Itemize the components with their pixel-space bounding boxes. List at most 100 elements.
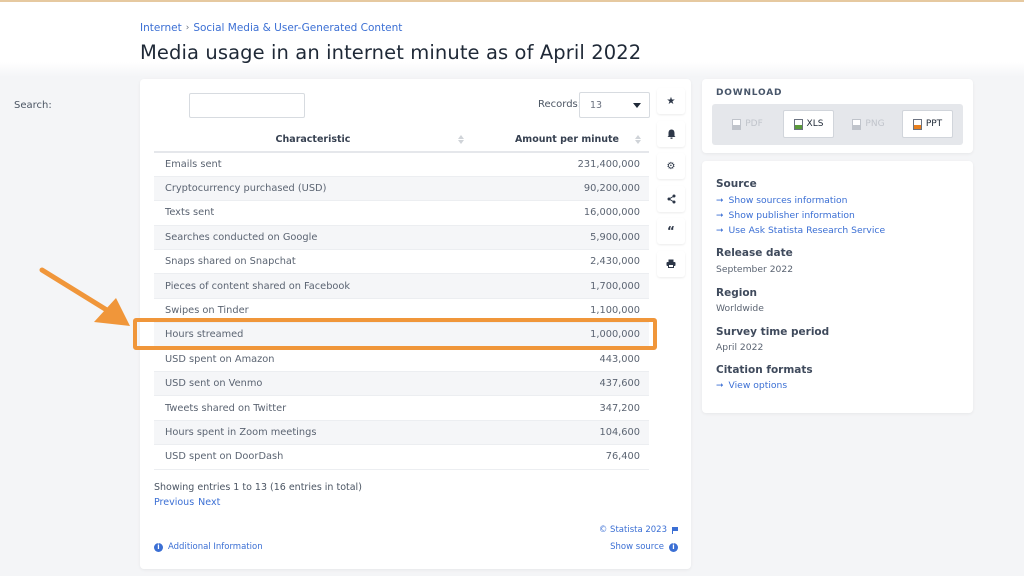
breadcrumb: Internet › Social Media & User-Generated…	[140, 22, 402, 34]
search-input[interactable]	[189, 93, 305, 118]
release-date-value: September 2022	[716, 264, 794, 275]
cell-amount: 231,400,000	[472, 152, 649, 177]
table-row: Emails sent 231,400,000	[154, 152, 649, 177]
arrow-annotation-icon	[39, 267, 130, 326]
flag-icon[interactable]	[672, 526, 678, 534]
cite-button[interactable]: “	[657, 218, 685, 244]
side-toolbar: ★ ⚙ “	[657, 88, 685, 277]
arrow-right-icon: ➞	[716, 225, 724, 236]
share-button[interactable]	[657, 185, 685, 212]
table-row: Tweets shared on Twitter 347,200	[154, 395, 649, 421]
arrow-right-icon: ➞	[716, 210, 724, 221]
share-icon	[667, 194, 675, 203]
cell-characteristic: Hours streamed	[154, 322, 472, 348]
show-sources-link[interactable]: ➞ Show sources information	[716, 195, 848, 206]
source-heading: Source	[716, 178, 757, 190]
copyright-text: © Statista 2023	[598, 525, 667, 535]
cell-amount: 90,200,000	[472, 176, 649, 202]
info-icon: i	[154, 542, 163, 552]
cell-characteristic: Snaps shared on Snapchat	[154, 249, 472, 275]
cell-characteristic: USD spent on DoorDash	[154, 444, 472, 470]
cell-characteristic: Emails sent	[154, 152, 472, 177]
column-header-label: Amount per minute	[514, 134, 619, 145]
data-table: Characteristic Amount per minute Emails …	[154, 128, 649, 470]
print-icon	[666, 259, 676, 268]
cell-amount: 2,430,000	[472, 249, 649, 275]
column-header-label: Characteristic	[275, 134, 351, 145]
notification-button[interactable]	[657, 120, 685, 147]
download-pdf-button[interactable]: PDF	[722, 110, 773, 138]
additional-info-label: Additional Information	[168, 542, 263, 552]
table-row: Snaps shared on Snapchat 2,430,000	[154, 249, 649, 275]
cell-amount: 76,400	[472, 444, 649, 470]
page-title: Media usage in an internet minute as of …	[140, 41, 642, 64]
settings-button[interactable]: ⚙	[657, 153, 685, 179]
cell-amount: 1,700,000	[472, 273, 649, 299]
print-button[interactable]	[657, 250, 685, 277]
survey-period-heading: Survey time period	[716, 326, 830, 338]
cell-characteristic: Cryptocurrency purchased (USD)	[154, 176, 472, 202]
cell-amount: 1,100,000	[472, 298, 649, 324]
bell-icon	[667, 129, 675, 139]
pdf-file-icon	[732, 118, 742, 130]
ppt-file-icon	[912, 118, 922, 130]
breadcrumb-internet[interactable]: Internet	[140, 22, 182, 34]
table-row: Texts sent 16,000,000	[154, 200, 649, 226]
link-label: Use Ask Statista Research Service	[728, 225, 886, 236]
entries-info: Showing entries 1 to 13 (16 entries in t…	[154, 482, 362, 493]
table-row: Swipes on Tinder 1,100,000	[154, 298, 649, 324]
cell-amount: 16,000,000	[472, 200, 649, 226]
breadcrumb-separator: ›	[185, 23, 190, 33]
link-label: Show publisher information	[728, 210, 855, 221]
table-row: USD sent on Venmo 437,600	[154, 371, 649, 397]
png-file-icon	[852, 118, 862, 130]
show-publisher-link[interactable]: ➞ Show publisher information	[716, 210, 855, 221]
download-png-label: PNG	[865, 119, 885, 129]
cell-amount: 104,600	[472, 420, 649, 446]
cell-amount: 5,900,000	[472, 225, 649, 251]
download-xls-label: XLS	[806, 119, 824, 129]
view-options-link[interactable]: ➞ View options	[716, 380, 787, 391]
breadcrumb-social-media[interactable]: Social Media & User-Generated Content	[193, 22, 402, 34]
cell-characteristic: Swipes on Tinder	[154, 298, 472, 324]
copyright: © Statista 2023	[599, 525, 678, 535]
cell-characteristic: Searches conducted on Google	[154, 225, 472, 251]
star-icon: ★	[666, 95, 676, 107]
table-row: Cryptocurrency purchased (USD) 90,200,000	[154, 176, 649, 202]
next-link[interactable]: Next	[198, 497, 220, 508]
records-value: 13	[590, 99, 603, 111]
caret-down-icon	[633, 102, 641, 108]
cell-characteristic: USD sent on Venmo	[154, 371, 472, 397]
cell-characteristic: USD spent on Amazon	[154, 347, 472, 373]
cell-amount: 347,200	[472, 395, 649, 421]
records-label: Records:	[538, 99, 582, 110]
research-service-link[interactable]: ➞ Use Ask Statista Research Service	[716, 225, 885, 236]
quote-icon: “	[667, 224, 675, 238]
pagination: Previous Next	[154, 497, 220, 508]
download-pdf-label: PDF	[745, 119, 763, 129]
column-header-characteristic[interactable]: Characteristic	[154, 128, 472, 153]
cell-amount: 1,000,000	[472, 322, 649, 348]
cell-amount: 437,600	[472, 371, 649, 397]
download-xls-button[interactable]: XLS	[783, 110, 834, 138]
download-png-button[interactable]: PNG	[843, 110, 894, 138]
records-select[interactable]: 13	[579, 92, 650, 118]
table-row-highlighted: Hours streamed 1,000,000	[154, 322, 649, 348]
column-header-amount[interactable]: Amount per minute	[472, 128, 649, 153]
previous-link[interactable]: Previous	[154, 497, 194, 508]
additional-info-link[interactable]: i Additional Information	[154, 542, 263, 552]
search-label: Search:	[14, 100, 52, 111]
xls-file-icon	[793, 118, 803, 130]
table-row: Pieces of content shared on Facebook 1,70…	[154, 273, 649, 299]
survey-period-value: April 2022	[716, 342, 764, 353]
favorite-button[interactable]: ★	[657, 88, 685, 114]
download-ppt-label: PPT	[925, 119, 943, 129]
table-row: Hours spent in Zoom meetings 104,600	[154, 420, 649, 446]
download-ppt-button[interactable]: PPT	[902, 110, 953, 138]
show-source-link[interactable]: Show source i	[610, 542, 678, 552]
sort-icon	[458, 135, 464, 145]
table-row: USD spent on DoorDash 76,400	[154, 444, 649, 470]
cell-amount: 443,000	[472, 347, 649, 373]
table-row: Searches conducted on Google 5,900,000	[154, 225, 649, 251]
link-label: Show sources information	[728, 195, 848, 206]
